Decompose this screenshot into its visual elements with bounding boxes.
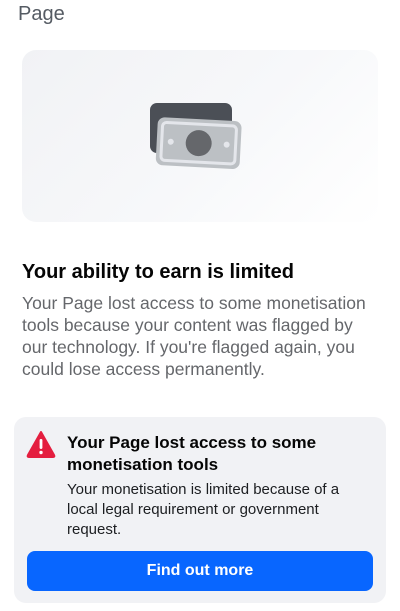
find-out-more-button[interactable]: Find out more	[27, 551, 373, 591]
money-icon	[150, 103, 242, 169]
alert-title: Your Page lost access to some monetisati…	[67, 433, 317, 474]
warning-icon	[26, 431, 56, 458]
page-label: Page	[18, 3, 65, 25]
restriction-alert-card: Your Page lost access to some monetisati…	[14, 417, 386, 603]
alert-body: Your monetisation is limited because of …	[67, 481, 340, 538]
monetisation-status-page: Page Your ability to earn is limited You…	[0, 0, 400, 611]
headline: Your ability to earn is limited	[22, 261, 294, 283]
hero-illustration	[22, 50, 378, 222]
description-text: Your Page lost access to some monetisati…	[22, 293, 366, 379]
